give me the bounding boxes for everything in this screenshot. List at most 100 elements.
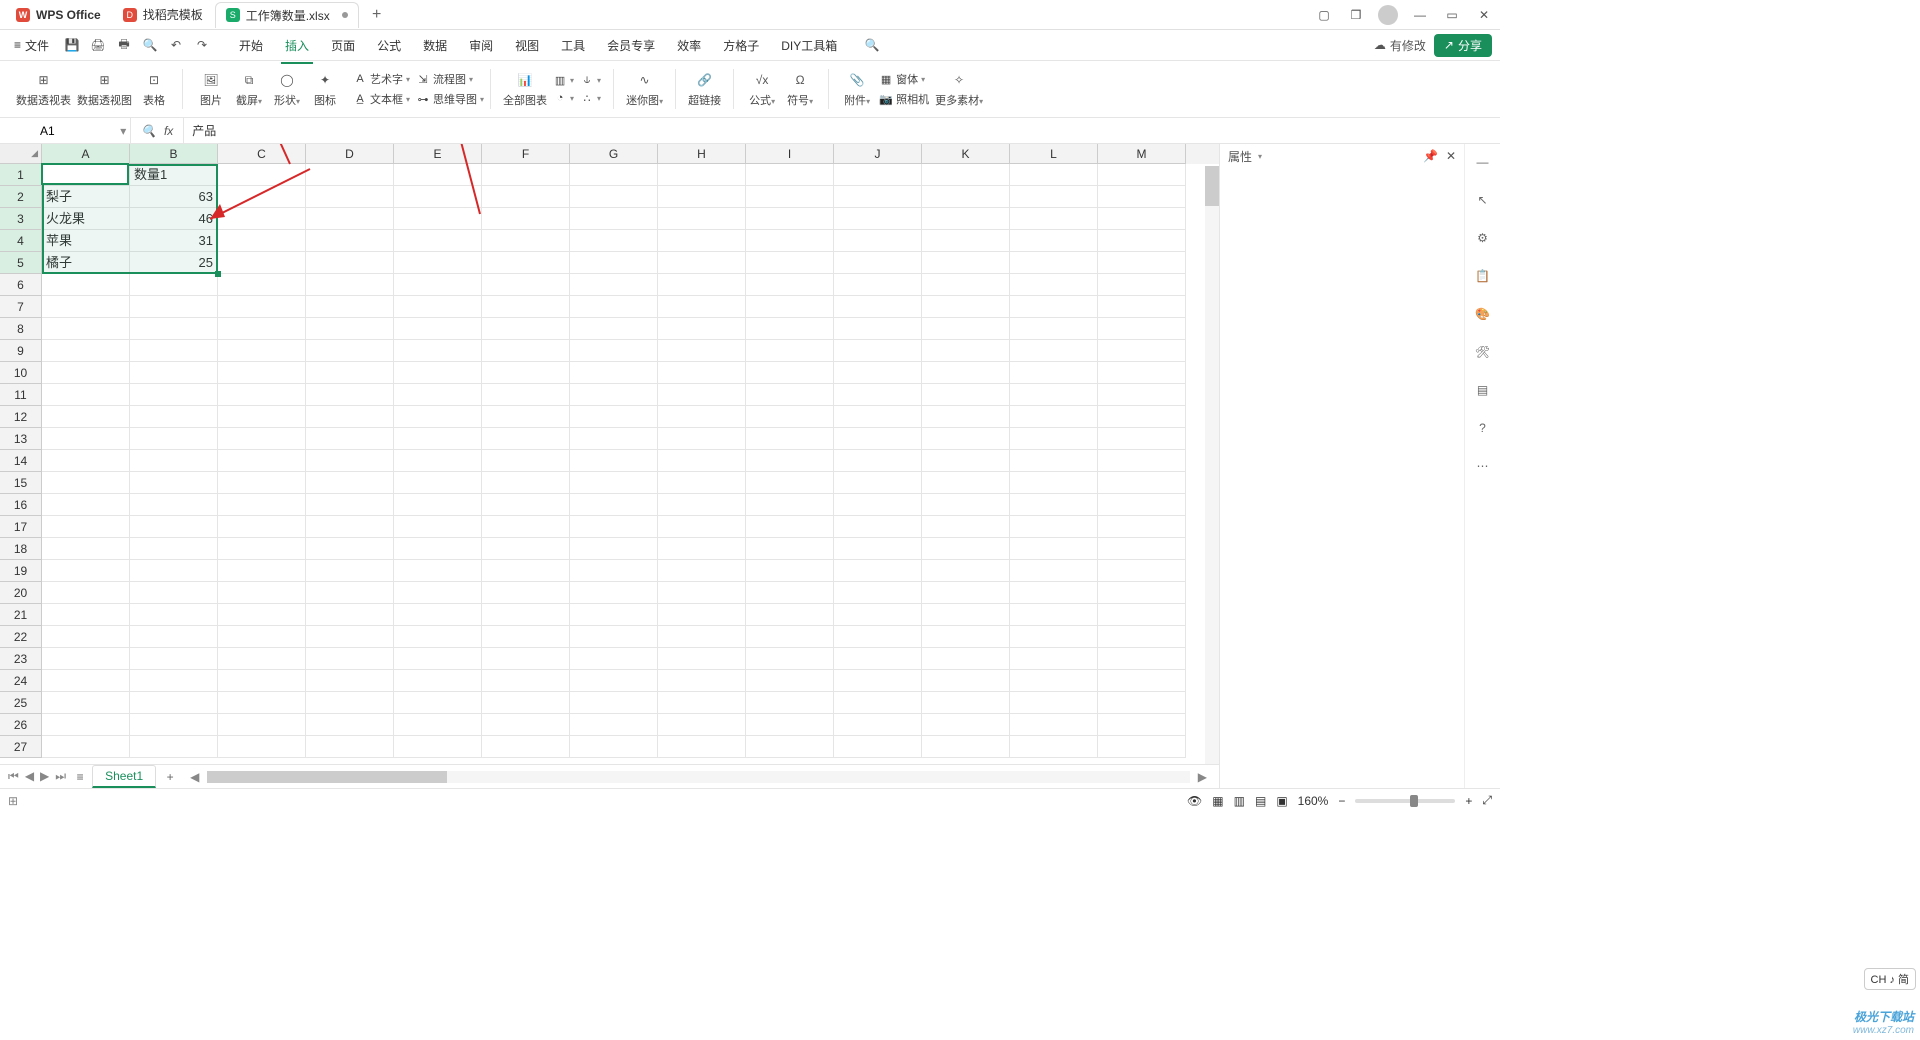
print-preview-icon[interactable]: 🖨 [89,36,107,54]
cube-icon[interactable]: ❒ [1346,5,1366,25]
cell[interactable] [658,384,746,406]
cell[interactable] [658,516,746,538]
cell[interactable] [42,428,130,450]
cell[interactable] [218,472,306,494]
cell[interactable] [394,340,482,362]
cell[interactable] [306,494,394,516]
cell[interactable] [218,538,306,560]
cell[interactable] [658,494,746,516]
cell[interactable] [482,406,570,428]
cell[interactable] [482,538,570,560]
column-header[interactable]: E [394,144,482,164]
cell[interactable] [394,208,482,230]
cell[interactable] [130,648,218,670]
cell[interactable] [570,450,658,472]
cell[interactable] [746,516,834,538]
cell[interactable] [1098,626,1186,648]
cell[interactable] [1010,516,1098,538]
cell[interactable] [218,186,306,208]
cell[interactable] [482,274,570,296]
cell[interactable] [130,472,218,494]
cell[interactable] [1010,626,1098,648]
cell[interactable] [130,692,218,714]
cell[interactable] [1010,714,1098,736]
cell[interactable] [394,604,482,626]
cell[interactable] [922,318,1010,340]
cell[interactable] [218,252,306,274]
cell[interactable] [42,692,130,714]
cell[interactable]: 苹果 [42,230,130,252]
cell[interactable] [1098,472,1186,494]
cell[interactable] [658,560,746,582]
cell[interactable] [570,560,658,582]
tab-member[interactable]: 会员专享 [603,33,659,58]
cell[interactable] [1098,494,1186,516]
grid-icon[interactable]: ▦ [1212,794,1223,808]
cell[interactable] [1098,604,1186,626]
cell[interactable]: 产品 [42,164,130,186]
save-icon[interactable]: 💾 [63,36,81,54]
cell[interactable] [1098,296,1186,318]
row-header[interactable]: 19 [0,560,42,582]
sheet-prev[interactable]: ◀ [23,769,36,784]
cell[interactable] [658,714,746,736]
new-tab-button[interactable]: + [365,3,389,27]
cell[interactable] [394,472,482,494]
cell[interactable] [1098,582,1186,604]
cell[interactable] [42,296,130,318]
more-material-button[interactable]: ✧更多素材▾ [935,70,983,108]
sparkline-button[interactable]: ∿迷你图▾ [626,70,663,108]
cell[interactable] [834,318,922,340]
share-button[interactable]: ↗ 分享 [1434,34,1492,57]
maximize-button[interactable]: ▭ [1442,5,1462,25]
cell[interactable] [218,516,306,538]
row-header[interactable]: 20 [0,582,42,604]
hscroll-right[interactable]: ▶ [1198,770,1207,784]
cell[interactable] [746,164,834,186]
row-header[interactable]: 2 [0,186,42,208]
row-header[interactable]: 25 [0,692,42,714]
cell[interactable] [1010,472,1098,494]
cell[interactable] [746,692,834,714]
cell[interactable]: 63 [130,186,218,208]
cell[interactable] [570,428,658,450]
cell[interactable] [1010,428,1098,450]
column-chart-button[interactable]: ▥▾ [553,73,574,87]
cell[interactable] [1098,714,1186,736]
cell[interactable] [1098,538,1186,560]
tab-home[interactable]: 开始 [235,33,267,58]
cell[interactable] [1098,186,1186,208]
cell[interactable] [658,428,746,450]
cell[interactable] [1098,230,1186,252]
cell[interactable] [482,164,570,186]
cell[interactable] [658,340,746,362]
fill-handle[interactable] [215,271,221,277]
cell[interactable] [570,164,658,186]
cell[interactable] [482,208,570,230]
row-header[interactable]: 26 [0,714,42,736]
cell[interactable] [1098,648,1186,670]
print-icon[interactable]: 🖶 [115,36,133,54]
tab-tools[interactable]: 工具 [557,33,589,58]
cell[interactable] [306,186,394,208]
cell[interactable] [1010,406,1098,428]
cell[interactable] [1010,340,1098,362]
cell[interactable] [746,318,834,340]
cell[interactable] [218,164,306,186]
cell[interactable] [482,670,570,692]
redo-icon[interactable]: ↷ [193,36,211,54]
row-header[interactable]: 10 [0,362,42,384]
cell[interactable] [658,208,746,230]
all-charts-button[interactable]: 📊全部图表 [503,70,547,108]
cell[interactable] [746,340,834,362]
cell[interactable] [1010,164,1098,186]
cell[interactable] [482,516,570,538]
cell[interactable] [482,252,570,274]
cell[interactable] [130,582,218,604]
cell[interactable] [482,318,570,340]
cell[interactable] [746,582,834,604]
cell[interactable] [834,274,922,296]
cell[interactable] [834,582,922,604]
cell[interactable] [482,626,570,648]
cell[interactable] [482,736,570,758]
